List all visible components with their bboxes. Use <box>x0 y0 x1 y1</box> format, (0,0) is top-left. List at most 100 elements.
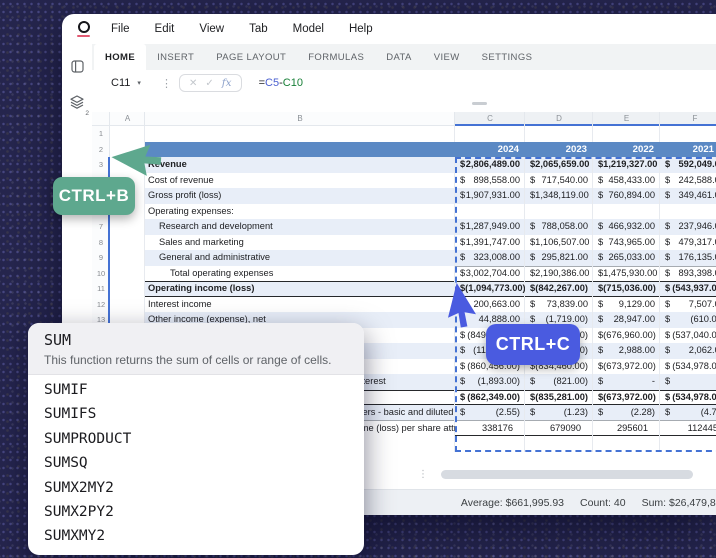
cell[interactable]: $200,663.00 <box>455 297 525 313</box>
cell[interactable]: 295601 <box>593 421 660 437</box>
cell[interactable]: $1,907,931.00 <box>455 188 525 204</box>
cell[interactable] <box>455 204 525 220</box>
cell[interactable]: $295,821.00 <box>525 250 593 266</box>
cell[interactable] <box>660 436 716 452</box>
cell[interactable]: $237,946.00 <box>660 219 716 235</box>
cell[interactable] <box>525 126 593 142</box>
autocomplete-item-sumifs[interactable]: SUMIFS <box>28 402 364 426</box>
cell[interactable] <box>593 204 660 220</box>
cell[interactable]: $323,008.00 <box>455 250 525 266</box>
cell[interactable]: $(2.28) <box>593 405 660 421</box>
cell[interactable]: $(2.55) <box>455 405 525 421</box>
cancel-icon[interactable]: ✕ <box>189 78 197 89</box>
cell[interactable]: $1,106,507.00 <box>525 235 593 251</box>
cell[interactable]: $592,049.00 <box>660 157 716 173</box>
cell[interactable]: $- <box>593 374 660 390</box>
cell[interactable]: $2,062.00 <box>660 343 716 359</box>
cell[interactable]: $1,219,327.00 <box>593 157 660 173</box>
autocomplete-item-sumsq[interactable]: SUMSQ <box>28 451 364 475</box>
tab-view[interactable]: VIEW <box>423 44 471 70</box>
cell[interactable]: Research and development <box>145 219 455 235</box>
tab-insert[interactable]: INSERT <box>146 44 205 70</box>
cell[interactable] <box>525 436 593 452</box>
column-header-c[interactable]: C <box>455 112 525 126</box>
menu-help[interactable]: Help <box>349 23 373 35</box>
cell[interactable]: Cost of revenue <box>145 173 455 189</box>
autocomplete-item-sumif[interactable]: SUMIF <box>28 378 364 402</box>
column-header-a[interactable]: A <box>110 112 145 126</box>
more-options-icon[interactable]: ⋮ <box>161 77 172 90</box>
corner-cell[interactable] <box>92 112 110 126</box>
cell[interactable]: $1,287,949.00 <box>455 219 525 235</box>
cell[interactable]: $(534,978.00) <box>660 359 716 375</box>
confirm-icon[interactable]: ✓ <box>205 78 213 89</box>
tab-data[interactable]: DATA <box>375 44 423 70</box>
cell[interactable]: $(534,978.00) <box>660 390 716 406</box>
cell[interactable]: $265,033.00 <box>593 250 660 266</box>
cell[interactable]: $(4.78) <box>660 405 716 421</box>
cell[interactable]: $(715,036.00) <box>593 281 660 297</box>
cell[interactable] <box>110 297 145 313</box>
cell[interactable]: Revenue <box>145 157 455 173</box>
cell[interactable]: $28,947.00 <box>593 312 660 328</box>
toggle-panel-icon[interactable] <box>71 60 84 78</box>
cell[interactable]: General and administrative <box>145 250 455 266</box>
cell[interactable] <box>525 204 593 220</box>
cell[interactable]: Gross profit (loss) <box>145 188 455 204</box>
autocomplete-item-sumx2my2[interactable]: SUMX2MY2 <box>28 476 364 500</box>
scrollbar-thumb[interactable] <box>441 470 693 479</box>
menu-tab[interactable]: Tab <box>249 23 268 35</box>
cell[interactable]: 2023 <box>525 142 593 158</box>
cell[interactable]: $1,391,747.00 <box>455 235 525 251</box>
cell[interactable]: $2,988.00 <box>593 343 660 359</box>
cell[interactable]: $(842,267.00) <box>525 281 593 297</box>
cell[interactable]: Operating expenses: <box>145 204 455 220</box>
cell[interactable] <box>110 235 145 251</box>
tab-page-layout[interactable]: PAGE LAYOUT <box>205 44 297 70</box>
layers-icon[interactable]: 2 <box>70 95 84 114</box>
autocomplete-item-sumxmy2[interactable]: SUMXMY2 <box>28 524 364 548</box>
autocomplete-item-sumproduct[interactable]: SUMPRODUCT <box>28 427 364 451</box>
cell[interactable] <box>110 219 145 235</box>
cell[interactable]: Total operating expenses <box>145 266 455 282</box>
menu-edit[interactable]: Edit <box>155 23 175 35</box>
cell[interactable]: $242,588.00 <box>660 173 716 189</box>
cell[interactable]: $(610.00) <box>660 312 716 328</box>
cell[interactable]: $349,461.00 <box>660 188 716 204</box>
cell[interactable] <box>145 142 455 158</box>
cell[interactable] <box>660 204 716 220</box>
cell[interactable]: $898,558.00 <box>455 173 525 189</box>
cell[interactable] <box>110 157 145 173</box>
cell[interactable]: $(1,893.00) <box>455 374 525 390</box>
chevron-down-icon[interactable]: ▾ <box>137 79 141 87</box>
cell[interactable]: $(676,960.00) <box>593 328 660 344</box>
cell[interactable]: Interest income <box>145 297 455 313</box>
cell[interactable]: $(543,937.00) <box>660 281 716 297</box>
tab-settings[interactable]: SETTINGS <box>471 44 544 70</box>
row-header[interactable]: 1 <box>92 126 110 142</box>
cell[interactable] <box>110 126 145 142</box>
cell[interactable]: $466,932.00 <box>593 219 660 235</box>
scrollbar-handle-icon[interactable]: ⋮ <box>418 469 428 480</box>
column-header-f[interactable]: F <box>660 112 716 126</box>
cell[interactable] <box>660 126 716 142</box>
cell[interactable]: $73,839.00 <box>525 297 593 313</box>
cell[interactable] <box>110 142 145 158</box>
cell[interactable]: $(537,040.00) <box>660 328 716 344</box>
cell[interactable]: $2,065,659.00 <box>525 157 593 173</box>
cell[interactable]: $2,806,489.00 <box>455 157 525 173</box>
menu-model[interactable]: Model <box>293 23 324 35</box>
cell[interactable]: 679090 <box>525 421 593 437</box>
cell[interactable]: 112445 <box>660 421 716 437</box>
cell[interactable]: Sales and marketing <box>145 235 455 251</box>
cell[interactable] <box>145 126 455 142</box>
column-header-d[interactable]: D <box>525 112 593 126</box>
cell[interactable]: $788,058.00 <box>525 219 593 235</box>
cell[interactable]: 338176 <box>455 421 525 437</box>
cell[interactable]: $(1.23) <box>525 405 593 421</box>
cell[interactable]: 2021 <box>660 142 716 158</box>
cell[interactable]: $458,433.00 <box>593 173 660 189</box>
cell[interactable]: $(835,281.00) <box>525 390 593 406</box>
function-icon[interactable]: fx <box>222 77 232 89</box>
cell[interactable] <box>110 266 145 282</box>
